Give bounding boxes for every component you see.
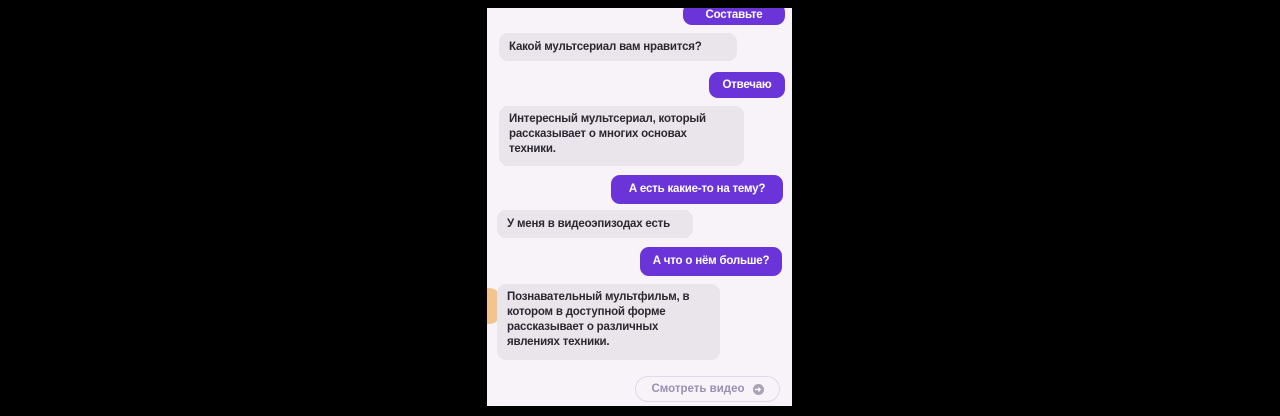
- user-message: Отвечаю: [709, 72, 785, 98]
- bot-message: Познавательный мультфильм, в котором в д…: [497, 284, 720, 360]
- bot-message: Какой мультсериал вам нравится?: [499, 33, 737, 61]
- arrow-circle-icon: ➜: [752, 383, 764, 395]
- screen-background: Составьте Какой мультсериал вам нравится…: [0, 0, 1280, 416]
- watch-video-button[interactable]: Смотреть видео ➜: [635, 376, 780, 402]
- watch-video-label: Смотреть видео: [651, 383, 745, 395]
- bot-message: Интересный мультсериал, который рассказы…: [499, 106, 744, 166]
- user-message: Составьте: [683, 8, 785, 25]
- user-message: А есть какие-то на тему?: [611, 175, 783, 204]
- bot-message: У меня в видеоэпизодах есть: [497, 210, 693, 238]
- user-message: А что о нём больше?: [640, 247, 782, 276]
- chat-screen: Составьте Какой мультсериал вам нравится…: [487, 8, 792, 406]
